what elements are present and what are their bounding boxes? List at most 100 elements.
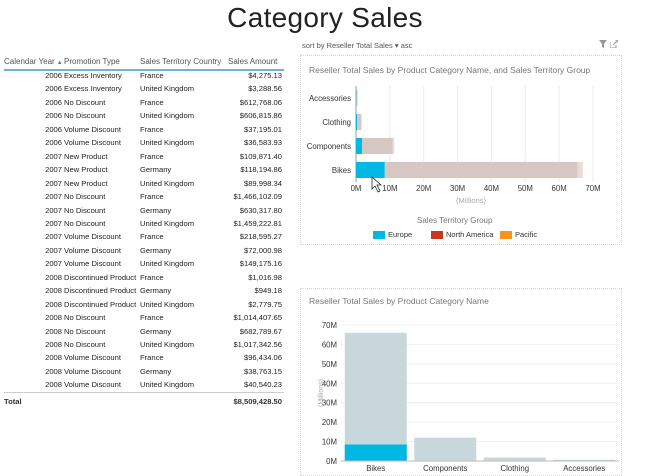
cell-country: United Kingdom xyxy=(140,111,195,121)
table-row[interactable]: 2007 New Product Germany $118,194.86 xyxy=(4,165,284,178)
filter-icon[interactable] xyxy=(599,40,610,50)
bar-accessories-north-america xyxy=(356,90,358,106)
cell-year: 2008 xyxy=(45,272,62,282)
cell-country: United Kingdom xyxy=(140,178,195,188)
bar-components-pacific xyxy=(392,138,395,154)
column-header-promotion-type[interactable]: Promotion Type xyxy=(64,57,120,66)
sort-control[interactable]: sort by Reseller Total Sales ▾ asc xyxy=(302,41,412,50)
table-header: Calendar Year ▲ Promotion Type Sales Terr… xyxy=(4,57,284,71)
category-label: Components xyxy=(307,142,351,151)
y-tick-label: 10M xyxy=(322,438,337,447)
table-row[interactable]: 2006 No Discount France $612,768.06 xyxy=(4,98,284,111)
cell-year: 2007 xyxy=(45,259,62,269)
cell-sales-amount: $72,000.98 xyxy=(243,245,282,255)
bar-clothing-north-america xyxy=(357,114,362,130)
cell-promotion-type: Volume Discount xyxy=(64,124,121,134)
table-row[interactable]: 2008 Discontinued Product France $1,016.98 xyxy=(4,273,284,286)
cell-year: 2006 xyxy=(45,138,62,148)
page-title: Category Sales xyxy=(227,2,423,33)
cell-sales-amount: $682,789.67 xyxy=(239,326,282,336)
cell-promotion-type: Volume Discount xyxy=(64,138,121,148)
column-bikes xyxy=(344,332,407,461)
column-header-sales-amount[interactable]: Sales Amount xyxy=(228,57,277,66)
cell-year: 2007 xyxy=(45,192,62,202)
table-row[interactable]: 2007 Volume Discount Germany $72,000.98 xyxy=(4,246,284,259)
table-row[interactable]: 2007 Volume Discount France $218,595.27 xyxy=(4,232,284,245)
cell-country: France xyxy=(140,71,164,80)
cell-year: 2006 xyxy=(45,71,62,80)
cell-promotion-type: Volume Discount xyxy=(64,245,121,255)
cell-promotion-type: Volume Discount xyxy=(64,353,121,363)
cell-country: Germany xyxy=(140,286,172,296)
cell-sales-amount: $109,871.40 xyxy=(239,151,282,161)
x-axis-label: (Millions) xyxy=(456,196,487,205)
cell-sales-amount: $37,195.01 xyxy=(243,124,282,134)
table-row[interactable]: 2007 No Discount United Kingdom $1,459,222.… xyxy=(4,219,284,232)
table-row[interactable]: 2006 Excess Inventory United Kingdom $3,288… xyxy=(4,84,284,97)
table-row[interactable]: 2007 No Discount France $1,466,102.09 xyxy=(4,192,284,205)
cell-country: France xyxy=(140,97,164,107)
legend-label[interactable]: North America xyxy=(446,230,494,239)
table-row[interactable]: 2006 Volume Discount United Kingdom $36,583… xyxy=(4,138,284,151)
cell-promotion-type: Discontinued Product xyxy=(64,286,137,296)
legend-label[interactable]: Pacific xyxy=(515,230,537,239)
cell-year: 2007 xyxy=(45,218,62,228)
bar-bikes-north-america xyxy=(384,162,578,178)
cell-promotion-type: No Discount xyxy=(64,205,106,215)
cell-country: United Kingdom xyxy=(140,380,195,390)
cell-sales-amount: $949.18 xyxy=(254,286,282,296)
legend-swatch[interactable] xyxy=(373,231,385,239)
table-row[interactable]: 2008 No Discount France $1,014,407.65 xyxy=(4,313,284,326)
table-row[interactable]: 2006 Volume Discount France $37,195.01 xyxy=(4,125,284,138)
popout-icon[interactable] xyxy=(609,39,619,50)
cell-promotion-type: New Product xyxy=(64,151,108,161)
cell-country: United Kingdom xyxy=(140,340,195,349)
cell-promotion-type: Excess Inventory xyxy=(64,84,122,94)
mouse-cursor-icon xyxy=(371,176,383,193)
column-chart-panel: Reseller Total Sales by Product Category… xyxy=(300,288,622,476)
cell-sales-amount: $630,317.80 xyxy=(239,205,282,215)
cell-country: Germany xyxy=(140,245,172,255)
table-row[interactable]: 2007 New Product United Kingdom $89,998.34 xyxy=(4,179,284,192)
cell-promotion-type: No Discount xyxy=(64,97,106,107)
cell-promotion-type: Excess Inventory xyxy=(64,71,122,80)
category-label: Components xyxy=(423,464,467,473)
cell-sales-amount: $1,016.98 xyxy=(248,272,282,282)
table-row[interactable]: 2008 Discontinued Product United Kingdom $2… xyxy=(4,300,284,313)
table-row[interactable]: 2006 No Discount United Kingdom $606,815.86 xyxy=(4,111,284,124)
cell-country: France xyxy=(140,313,164,323)
table-row[interactable]: 2007 New Product France $109,871.40 xyxy=(4,152,284,165)
cell-year: 2006 xyxy=(45,97,62,107)
cell-promotion-type: Volume Discount xyxy=(64,380,121,390)
cell-sales-amount: $96,434.06 xyxy=(243,353,282,363)
bar-clothing-pacific xyxy=(361,114,362,130)
table-row[interactable]: 2008 Discontinued Product Germany $949.18 xyxy=(4,286,284,299)
cell-year: 2008 xyxy=(45,353,62,363)
cell-promotion-type: New Product xyxy=(64,165,108,175)
cell-country: United Kingdom xyxy=(140,138,195,148)
table-row[interactable]: 2008 No Discount United Kingdom $1,017,342.… xyxy=(4,340,284,353)
legend-swatch[interactable] xyxy=(431,231,443,239)
column-header-calendar-year[interactable]: Calendar Year ▲ xyxy=(4,57,63,66)
cell-country: United Kingdom xyxy=(140,84,195,94)
cell-sales-amount: $2,779.75 xyxy=(248,299,282,309)
table-row[interactable]: 2007 Volume Discount United Kingdom $149,17… xyxy=(4,259,284,272)
cell-year: 2006 xyxy=(45,124,62,134)
category-label: Accessories xyxy=(563,464,605,473)
category-label: Clothing xyxy=(322,118,351,127)
table-row[interactable]: 2006 Excess Inventory France $4,275.13 xyxy=(4,71,284,84)
cell-year: 2006 xyxy=(45,111,62,121)
table-row[interactable]: 2008 Volume Discount France $96,434.06 xyxy=(4,353,284,366)
column-chart: 0M10M20M30M40M50M60M70M(Millions)Bikes Co… xyxy=(318,321,619,473)
total-amount: $8,509,428.50 xyxy=(233,397,282,406)
stacked-bar-chart-panel: Reseller Total Sales by Product Category… xyxy=(300,55,622,245)
table-row[interactable]: 2007 No Discount Germany $630,317.80 xyxy=(4,206,284,219)
legend-label[interactable]: Europe xyxy=(388,230,412,239)
table-row[interactable]: 2008 No Discount Germany $682,789.67 xyxy=(4,327,284,340)
table-total-row: Total $8,509,428.50 xyxy=(4,392,284,407)
table-row[interactable]: 2008 Volume Discount Germany $38,763.15 xyxy=(4,367,284,380)
legend-swatch[interactable] xyxy=(500,231,512,239)
cell-sales-amount: $40,540.23 xyxy=(243,380,282,390)
column-header-sales-territory-country[interactable]: Sales Territory Country xyxy=(140,57,221,66)
x-tick-label: 30M xyxy=(450,184,465,193)
